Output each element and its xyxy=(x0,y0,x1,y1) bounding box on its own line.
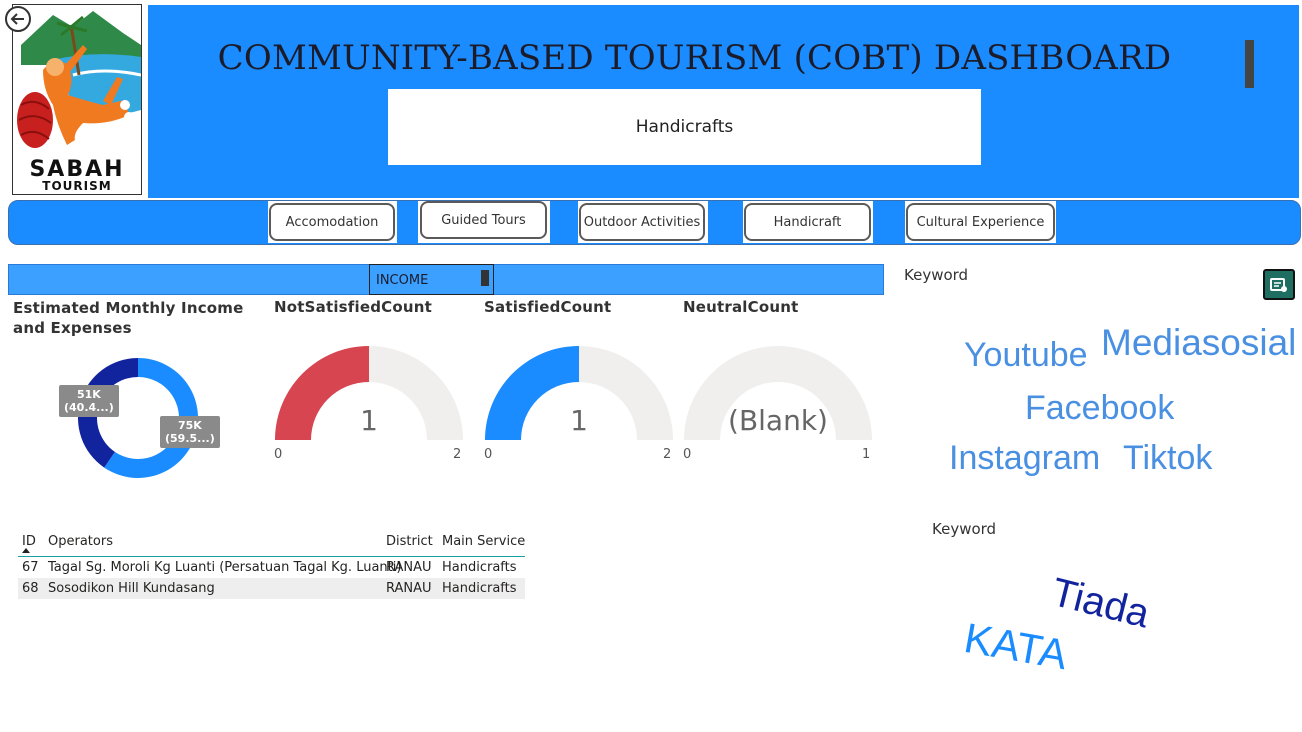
keyword-word[interactable]: Tiktok xyxy=(1123,439,1212,478)
gauge-value: 1 xyxy=(360,404,378,437)
donut-label-pct: (59.5...) xyxy=(165,432,215,445)
donut-label-value: 75K xyxy=(177,419,202,432)
gauge-max-label: 2 xyxy=(453,447,462,462)
donut-label-pct: (40.4...) xyxy=(64,401,114,414)
cell-id: 67 xyxy=(22,560,39,575)
slicer-handle-icon[interactable] xyxy=(481,270,489,286)
income-filter-label: INCOME xyxy=(376,273,429,288)
export-icon xyxy=(1270,277,1287,292)
cell-main-service: Handicrafts xyxy=(442,560,517,575)
gauge-min-label: 0 xyxy=(274,447,283,462)
export-button[interactable] xyxy=(1263,269,1295,300)
column-header-main-service[interactable]: Main Service xyxy=(442,531,525,552)
cell-district: RANAU xyxy=(386,581,432,596)
table-header-row: ID Operators District Main Service xyxy=(18,531,525,552)
cell-id: 68 xyxy=(22,581,39,596)
back-arrow-icon xyxy=(5,6,31,32)
header-decorative-bar xyxy=(1245,40,1254,88)
gauge-min-label: 0 xyxy=(683,447,692,462)
gauge-max-label: 1 xyxy=(862,447,871,462)
gauge-min-label: 0 xyxy=(484,447,493,462)
nav-button-accomodation[interactable]: Accomodation xyxy=(269,203,395,241)
gauge-max-label: 2 xyxy=(663,447,672,462)
keyword-word[interactable]: Mediasosial xyxy=(1101,322,1296,364)
income-filter-slicer[interactable]: INCOME xyxy=(369,264,494,295)
cell-main-service: Handicrafts xyxy=(442,581,517,596)
keyword-word[interactable]: Facebook xyxy=(1025,389,1174,428)
cell-district: RANAU xyxy=(386,560,432,575)
gauge-title-not-satisfied: NotSatisfiedCount xyxy=(274,298,433,316)
nav-button-guided-tours[interactable]: Guided Tours xyxy=(420,201,547,239)
gauge-title-satisfied: SatisfiedCount xyxy=(484,298,612,316)
nav-button-handicraft[interactable]: Handicraft xyxy=(744,203,871,241)
page-title: COMMUNITY-BASED TOURISM (COBT) DASHBOARD xyxy=(217,38,1172,78)
donut-label-value: 51K xyxy=(76,388,101,401)
keyword-word[interactable]: KATA xyxy=(961,614,1071,679)
gauge-value: 1 xyxy=(570,404,588,437)
donut-label-income: 75K (59.5...) xyxy=(160,416,220,448)
table-row[interactable]: 68 Sosodikon Hill Kundasang RANAU Handic… xyxy=(18,578,525,599)
nav-button-cultural-experience[interactable]: Cultural Experience xyxy=(906,203,1055,241)
sort-ascending-icon xyxy=(22,548,30,553)
cell-operator: Sosodikon Hill Kundasang xyxy=(48,581,215,596)
keyword-cloud-title: Keyword xyxy=(932,520,997,538)
column-header-operators[interactable]: Operators xyxy=(48,531,113,552)
gauge-value: (Blank) xyxy=(728,404,828,437)
selected-category-text: Handicrafts xyxy=(635,117,734,137)
selected-category-box: Handicrafts xyxy=(388,89,981,165)
nav-button-outdoor-activities[interactable]: Outdoor Activities xyxy=(579,203,705,241)
gauge-title-neutral: NeutralCount xyxy=(683,298,799,316)
keyword-cloud-title: Keyword xyxy=(904,266,969,284)
keyword-word[interactable]: Tiada xyxy=(1047,570,1153,638)
table-row[interactable]: 67 Tagal Sg. Moroli Kg Luanti (Persatuan… xyxy=(18,557,525,578)
keyword-word[interactable]: Youtube xyxy=(964,336,1088,375)
back-button[interactable] xyxy=(4,5,32,33)
column-header-district[interactable]: District xyxy=(386,531,433,552)
cell-operator: Tagal Sg. Moroli Kg Luanti (Persatuan Ta… xyxy=(48,560,402,575)
donut-label-expenses: 51K (40.4...) xyxy=(59,385,119,417)
keyword-word[interactable]: Instagram xyxy=(949,439,1100,478)
logo-brand-line2: TOURISM xyxy=(42,179,112,193)
donut-title: Estimated Monthly Income and Expenses xyxy=(13,299,244,337)
